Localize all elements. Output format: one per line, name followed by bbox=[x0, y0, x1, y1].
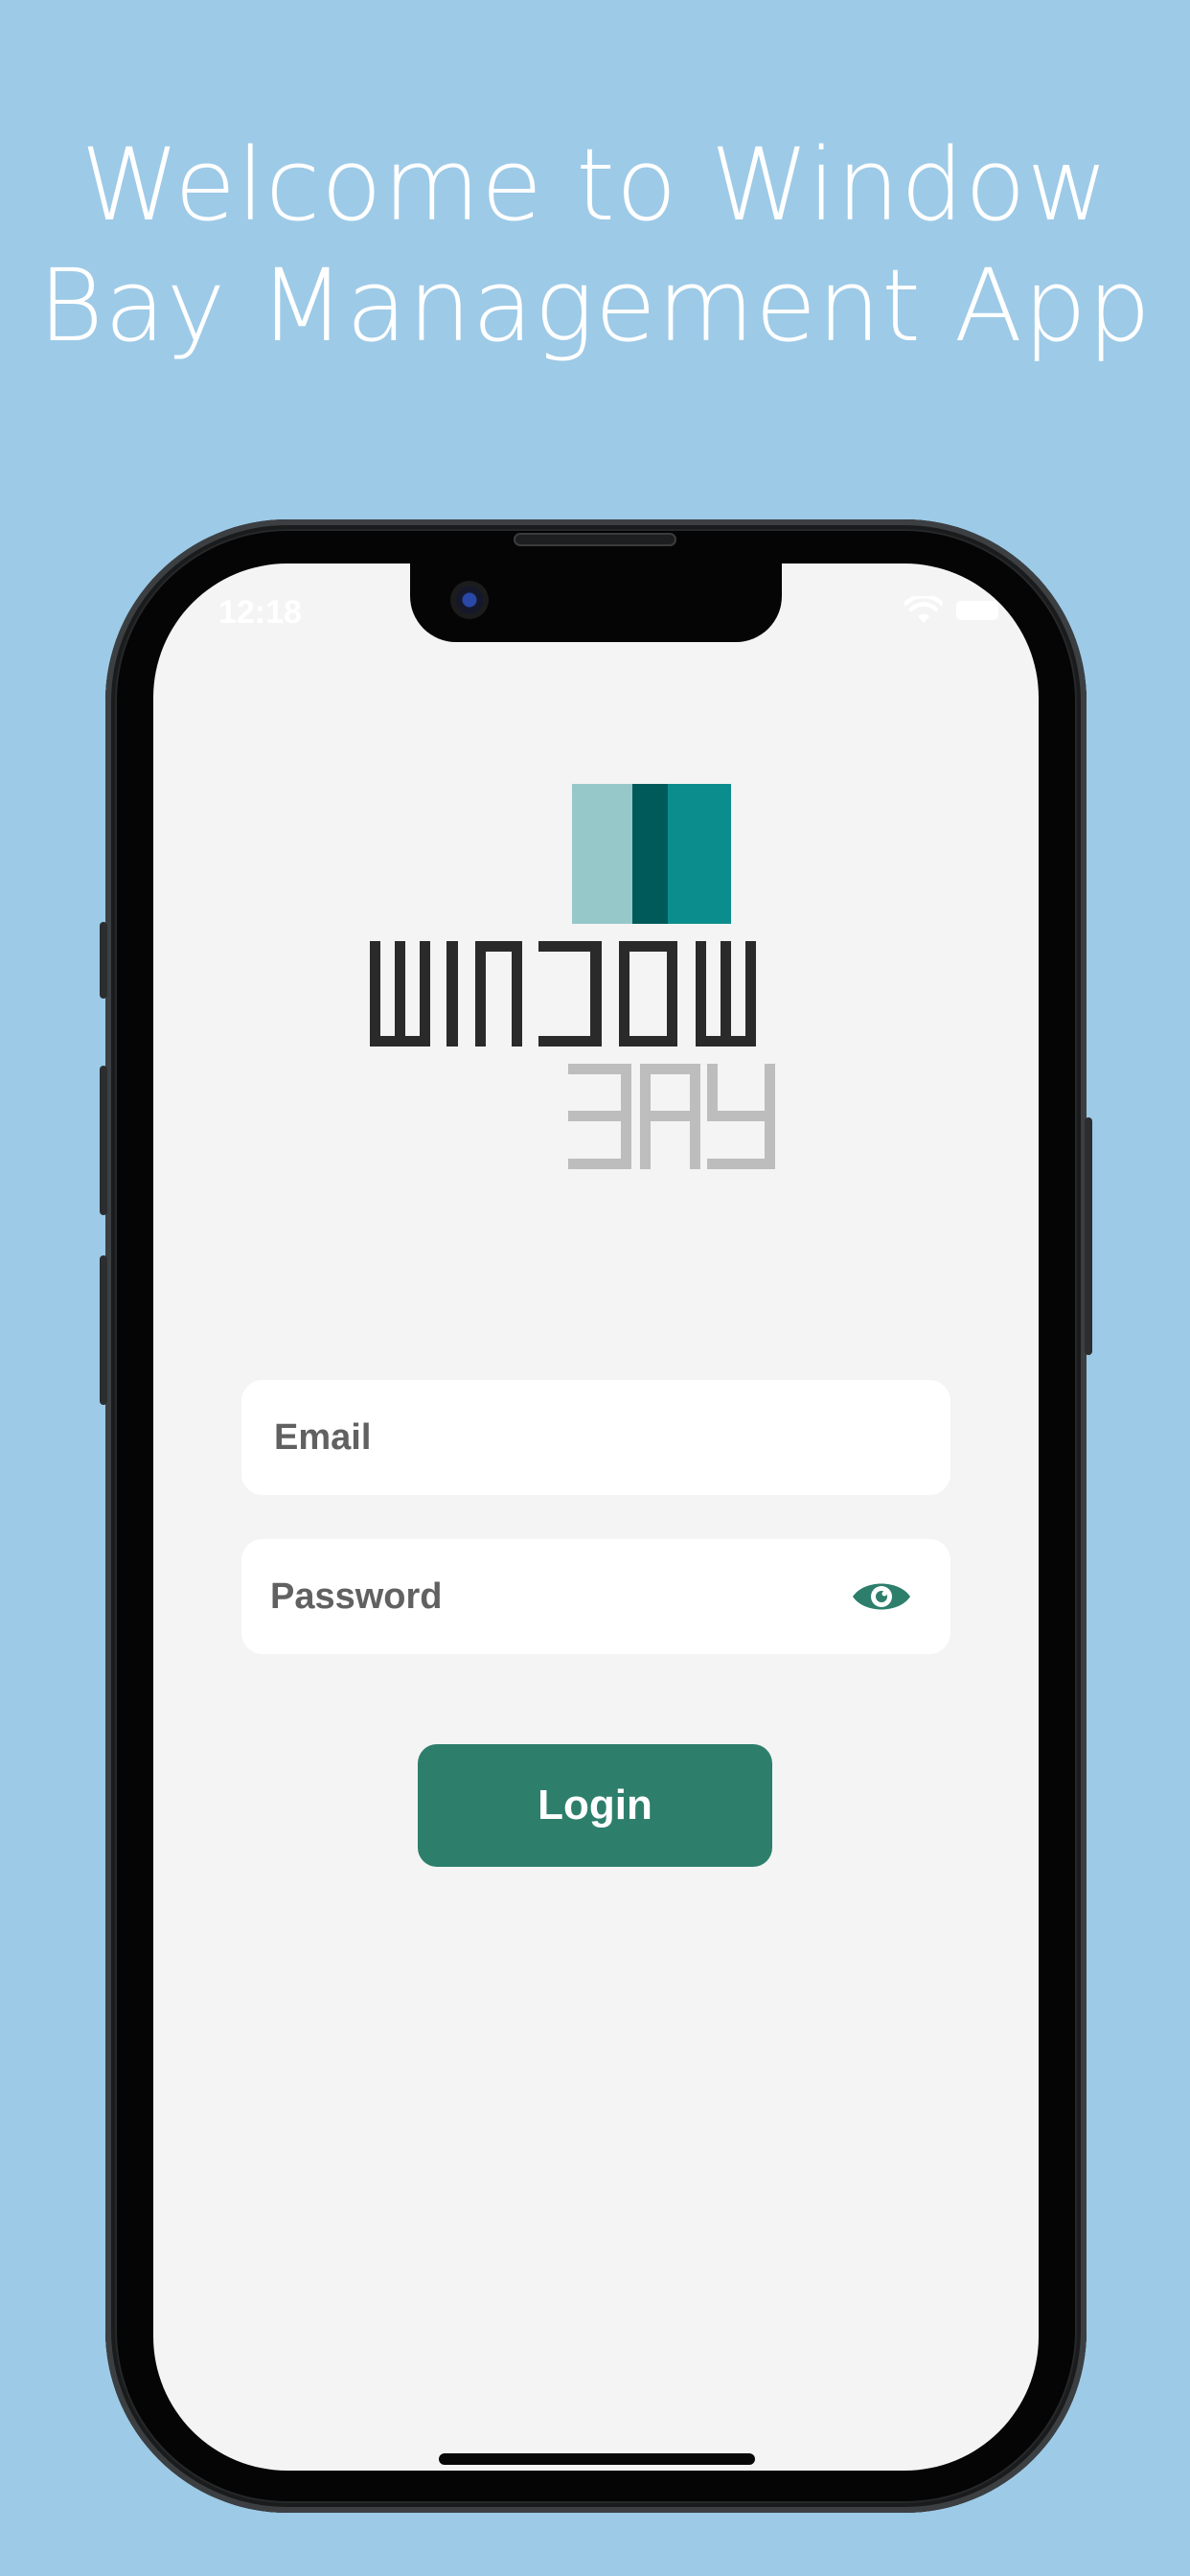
notch bbox=[410, 564, 782, 642]
password-placeholder: Password bbox=[270, 1576, 443, 1617]
marketing-headline: Welcome to Window Bay Management App bbox=[0, 125, 1190, 366]
phone-volume-up-button bbox=[100, 1066, 107, 1215]
app-screen: 12:18 Email Password Login bbox=[153, 564, 1039, 2471]
battery-icon bbox=[956, 601, 998, 620]
phone-volume-down-button bbox=[100, 1255, 107, 1405]
home-indicator bbox=[439, 2453, 755, 2465]
wifi-icon bbox=[904, 596, 943, 623]
window-bay-logo bbox=[370, 784, 775, 1169]
eye-icon[interactable] bbox=[851, 1576, 912, 1618]
status-indicators bbox=[904, 596, 998, 625]
headline-line-2: Bay Management App bbox=[37, 247, 1153, 364]
login-button[interactable]: Login bbox=[418, 1744, 772, 1867]
status-time: 12:18 bbox=[218, 594, 302, 631]
password-field[interactable]: Password bbox=[241, 1539, 950, 1654]
email-field[interactable]: Email bbox=[241, 1380, 950, 1495]
camera-icon bbox=[450, 581, 489, 619]
headline-line-1: Welcome to Window bbox=[80, 126, 1110, 243]
phone-speaker bbox=[514, 533, 676, 546]
email-placeholder: Email bbox=[274, 1417, 372, 1458]
phone-power-button bbox=[1085, 1117, 1092, 1355]
phone-action-button bbox=[100, 922, 107, 999]
